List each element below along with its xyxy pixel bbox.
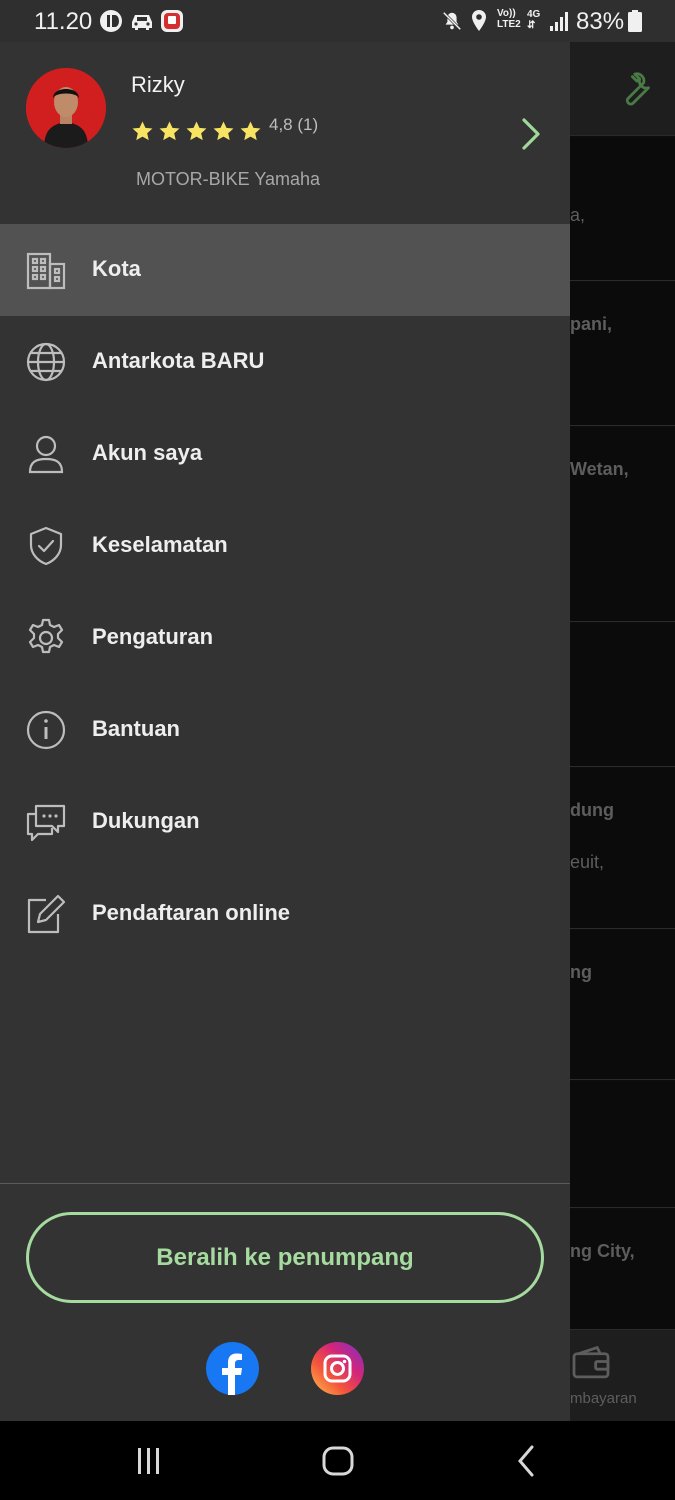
background-text: a, <box>570 205 586 225</box>
background-bottom-label: mbayaran <box>570 1390 637 1407</box>
avatar[interactable] <box>26 68 106 148</box>
switch-to-passenger-button[interactable]: Beralih ke penumpang <box>26 1212 544 1303</box>
background-text: Wetan, <box>570 459 629 479</box>
menu-item-keselamatan[interactable]: Keselamatan <box>0 500 570 592</box>
battery-percentage: 83% <box>576 8 625 35</box>
rating-stars <box>131 120 262 146</box>
user-icon <box>28 435 64 474</box>
background-list-row <box>570 282 675 426</box>
chevron-right-icon[interactable] <box>516 114 546 154</box>
star-icon <box>132 121 153 141</box>
battery-icon <box>628 10 642 32</box>
navigation-drawer: Rizky 4,8 (1) MOTOR-BIKE Yamaha Kota Ant… <box>0 42 570 1421</box>
menu-item-label: Pendaftaran online <box>92 900 291 925</box>
volte-indicator: Vo)) LTE2 <box>497 8 521 30</box>
star-icon <box>159 121 180 141</box>
wallet-icon <box>572 1346 610 1379</box>
vehicle-info: MOTOR-BIKE Yamaha <box>136 169 321 189</box>
car-icon <box>132 15 152 30</box>
rating-value: 4,8 (1) <box>269 115 319 134</box>
background-list-row <box>570 768 675 929</box>
system-navigation-bar <box>0 1421 675 1500</box>
menu-item-label: Pengaturan <box>92 624 214 649</box>
menu-item-pengaturan[interactable]: Pengaturan <box>0 592 570 684</box>
mute-icon <box>442 11 462 31</box>
shield-check-icon <box>29 526 63 566</box>
menu-item-kota[interactable]: Kota <box>0 224 570 316</box>
background-list-row <box>570 1081 675 1208</box>
menu-item-label: Antarkota BARU <box>92 348 265 373</box>
info-icon <box>26 710 66 750</box>
background-text: euit, <box>570 852 605 872</box>
driver-name: Rizky <box>131 72 185 97</box>
gear-icon <box>28 618 64 654</box>
circle-logo-icon <box>100 10 122 32</box>
status-time: 11.20 <box>34 8 93 35</box>
recent-apps-icon[interactable] <box>129 1441 169 1481</box>
background-list-row <box>570 137 675 281</box>
switch-to-passenger-label: Beralih ke penumpang <box>156 1243 414 1271</box>
signal-icon <box>550 12 568 31</box>
status-bar: 11.20 Vo)) LTE2 4G ⇵ 83% <box>0 0 675 42</box>
menu-item-pendaftaran-online[interactable]: Pendaftaran online <box>0 868 570 960</box>
star-icon <box>213 121 234 141</box>
menu-item-bantuan[interactable]: Bantuan <box>0 684 570 776</box>
divider <box>0 1183 570 1184</box>
edit-icon <box>27 894 66 934</box>
background-list-row <box>570 930 675 1080</box>
menu-item-akun-saya[interactable]: Akun saya <box>0 408 570 500</box>
instagram-icon[interactable] <box>311 1342 364 1395</box>
menu-item-antarkota[interactable]: Antarkota BARU <box>0 316 570 408</box>
menu-item-dukungan[interactable]: Dukungan <box>0 776 570 868</box>
background-list-row <box>570 1209 675 1330</box>
network-type-indicator: 4G ⇵ <box>527 9 541 31</box>
background-text: dung <box>570 800 614 820</box>
location-icon <box>472 10 486 31</box>
home-icon[interactable] <box>318 1441 358 1481</box>
background-text: pani, <box>570 314 613 334</box>
menu-item-label: Akun saya <box>92 440 203 465</box>
star-icon <box>240 121 261 141</box>
facebook-icon[interactable] <box>206 1342 259 1395</box>
building-icon <box>26 252 66 290</box>
chat-icon <box>26 804 66 842</box>
back-icon[interactable] <box>506 1441 546 1481</box>
menu-item-label: Dukungan <box>92 808 200 833</box>
background-text: ng <box>570 962 592 982</box>
background-text: ng City, <box>570 1241 635 1261</box>
globe-icon <box>26 342 66 382</box>
star-icon <box>186 121 207 141</box>
drawer-menu: Kota Antarkota BARU Akun saya Keselamata… <box>0 224 570 960</box>
background-list-row <box>570 427 675 622</box>
background-list-row <box>570 623 675 767</box>
wrench-icon <box>625 72 650 106</box>
menu-item-label: Keselamatan <box>92 532 228 557</box>
app-notification-icon <box>161 10 183 32</box>
menu-item-label: Bantuan <box>92 716 180 741</box>
menu-item-label: Kota <box>92 256 141 281</box>
